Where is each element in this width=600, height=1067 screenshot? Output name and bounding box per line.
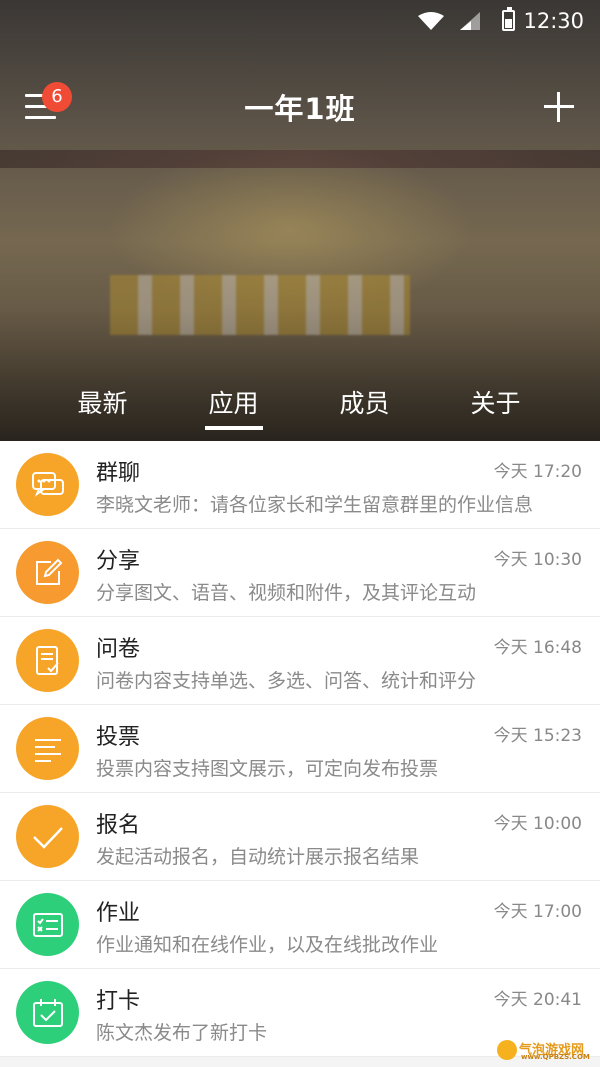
tab-about[interactable]: 关于 [430,384,561,420]
check-icon [16,805,79,868]
watermark: 气泡游戏网 www.QPBZS.COM [497,1038,593,1062]
app-time: 今天 10:30 [493,550,582,570]
banner-shade [0,0,600,441]
active-tab-indicator [204,426,263,430]
survey-icon [16,629,79,692]
app-desc: 问卷内容支持单选、多选、问答、统计和评分 [96,670,477,692]
app-name: 报名 [96,813,141,838]
app-row-survey[interactable]: 问卷 今天 16:48 问卷内容支持单选、多选、问答、统计和评分 [0,617,600,705]
app-name: 群聊 [96,461,141,486]
tab-latest[interactable]: 最新 [37,384,168,420]
app-desc: 陈文杰发布了新打卡 [96,1022,268,1044]
app-time: 今天 10:00 [493,814,582,834]
tab-apps[interactable]: 应用 [168,384,299,430]
tab-label: 成员 [339,389,390,418]
app-name: 问卷 [96,637,141,662]
app-time: 今天 15:23 [493,726,582,746]
app-row-signup[interactable]: 报名 今天 10:00 发起活动报名，自动统计展示报名结果 [0,793,600,881]
app-row-homework[interactable]: 作业 今天 17:00 作业通知和在线作业，以及在线批改作业 [0,881,600,969]
app-row-share[interactable]: 分享 今天 10:30 分享图文、语音、视频和附件，及其评论互动 [0,529,600,617]
app-name: 打卡 [96,989,141,1014]
watermark-logo-icon [497,1040,517,1060]
app-name: 投票 [96,725,141,750]
app-time: 今天 17:20 [493,462,582,482]
tab-members[interactable]: 成员 [299,384,430,420]
tab-label: 应用 [208,389,259,418]
app-name: 作业 [96,901,141,926]
app-desc: 投票内容支持图文展示，可定向发布投票 [96,758,439,780]
chat-icon [16,453,79,516]
app-list: 群聊 今天 17:20 李晓文老师：请各位家长和学生留意群里的作业信息 分享 今… [0,441,600,1057]
app-desc: 分享图文、语音、视频和附件，及其评论互动 [96,582,477,604]
app-desc: 发起活动报名，自动统计展示报名结果 [96,846,420,868]
header-banner [0,0,600,441]
vote-icon [16,717,79,780]
watermark-url: www.QPBZS.COM [521,1053,590,1061]
tab-label: 关于 [470,389,521,418]
status-time: 12:30 [523,9,584,33]
calendar-check-icon [16,981,79,1044]
app-desc: 李晓文老师：请各位家长和学生留意群里的作业信息 [96,494,534,516]
edit-icon [16,541,79,604]
app-row-group-chat[interactable]: 群聊 今天 17:20 李晓文老师：请各位家长和学生留意群里的作业信息 [0,441,600,529]
page-title: 一年1班 [244,92,356,126]
wifi-icon [418,12,444,30]
app-name: 分享 [96,549,141,574]
homework-icon [16,893,79,956]
signal-icon [460,12,480,30]
app-desc: 作业通知和在线作业，以及在线批改作业 [96,934,439,956]
app-time: 今天 17:00 [493,902,582,922]
add-icon[interactable] [544,92,574,122]
battery-icon [502,7,515,31]
app-row-vote[interactable]: 投票 今天 15:23 投票内容支持图文展示，可定向发布投票 [0,705,600,793]
app-time: 今天 16:48 [493,638,582,658]
tab-bar: 最新 应用 成员 关于 [0,380,600,441]
tab-label: 最新 [77,389,128,418]
app-time: 今天 20:41 [493,990,582,1010]
status-bar: 12:30 [0,0,600,44]
